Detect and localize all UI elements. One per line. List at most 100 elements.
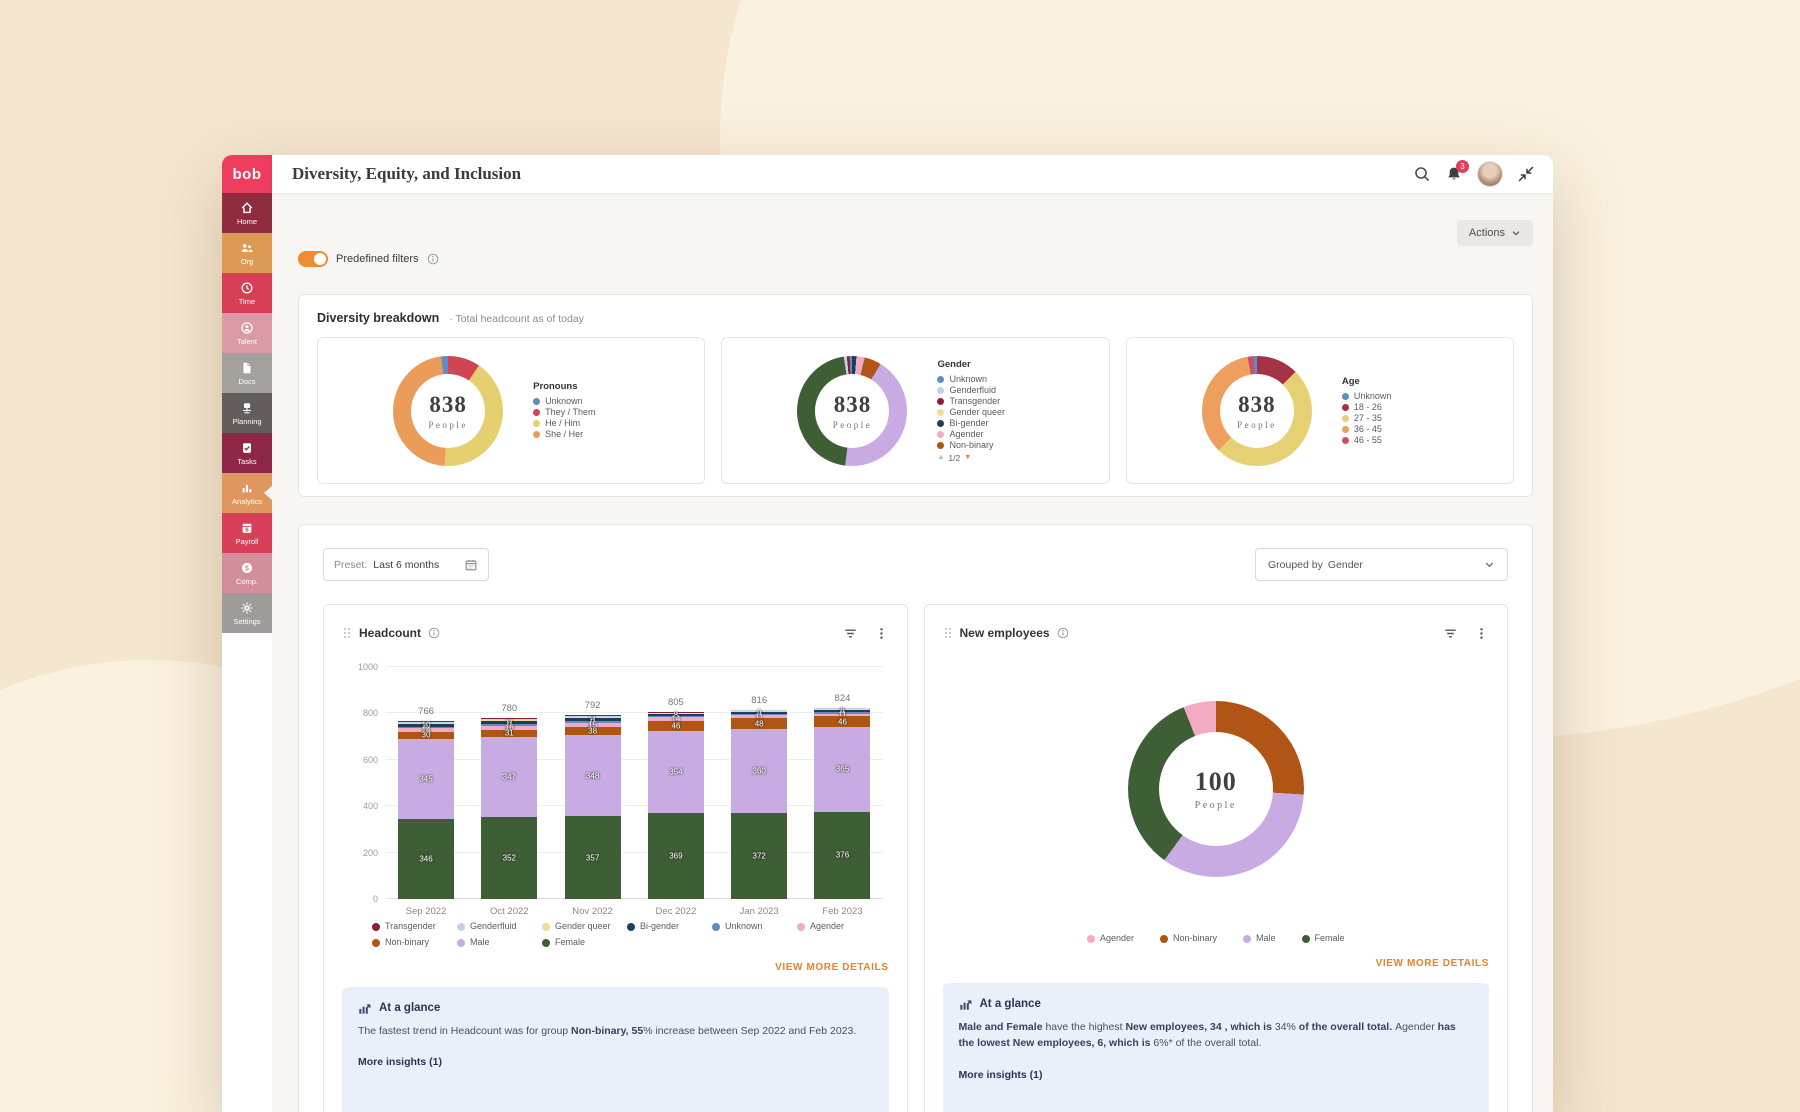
legend-dot [937,398,944,405]
legend-label: Unknown [1354,391,1392,402]
sidebar-item-analytics[interactable]: Analytics [222,473,272,513]
actions-button[interactable]: Actions [1457,220,1533,246]
x-axis-label: Feb 2023 [822,906,862,917]
legend-label: Genderfluid [470,921,517,932]
x-axis-label: Dec 2022 [656,906,697,917]
info-icon[interactable] [428,627,440,639]
more-insights-link[interactable]: More insights (1) [959,1069,1474,1081]
bar-segment-value: 376 [836,851,849,860]
legend-label: Unknown [949,374,987,385]
legend-dot [457,939,465,947]
sidebar-item-tasks[interactable]: Tasks [222,433,272,473]
sidebar-item-talent[interactable]: Talent [222,313,272,353]
breakdown-card-age: 838PeopleAgeUnknown18 - 2627 - 3536 - 45… [1126,337,1514,484]
sidebar-item-label: Analytics [232,497,262,506]
bar-total-label: 792 [585,700,601,711]
preset-label: Preset: [334,559,367,571]
notifications-bell-icon[interactable]: 3 [1445,165,1463,183]
predefined-filters-toggle[interactable] [298,251,328,267]
legend-label: She / Her [545,429,583,440]
sidebar-item-org[interactable]: Org [222,233,272,273]
sidebar-item-planning[interactable]: Planning [222,393,272,433]
planning-icon [240,401,254,415]
filter-icon[interactable] [1443,626,1458,641]
headcount-bar-nov-2022: 1191538348357792Nov 2022 [565,715,621,899]
legend-dot [712,923,720,931]
sidebar-item-payroll[interactable]: $Payroll [222,513,272,553]
new-employees-view-more-link[interactable]: VIEW MORE DETAILS [943,958,1490,969]
legend-label: Male [470,937,490,948]
sidebar-item-comp[interactable]: $Comp. [222,553,272,593]
calendar-icon [464,558,478,572]
sidebar-item-docs[interactable]: Docs [222,353,272,393]
legend-dot [542,939,550,947]
drag-handle-icon[interactable] [342,626,352,640]
headcount-bar-dec-2022: 81446354369805Dec 2022 [648,712,704,899]
search-icon[interactable] [1413,165,1431,183]
analytics-card: Preset: Last 6 months Grouped by Gender [298,524,1533,1112]
bar-segment-value: 46 [838,717,847,726]
y-axis-tick: 600 [344,755,378,765]
legend-item-36-45: 36 - 45 [1342,424,1438,435]
diversity-breakdown-card: Diversity breakdown · Total headcount as… [298,294,1533,497]
sidebar-item-label: Time [239,297,255,306]
legend-item-unknown: Unknown [533,396,629,407]
grouped-by-label: Grouped by [1268,559,1323,571]
legend-item-non-binary: Non-binary [372,937,457,948]
bar-segment-non-binary: 48 [731,718,787,729]
at-a-glance-text: Male and Female have the highest New emp… [959,1019,1474,1052]
kebab-menu-icon[interactable] [1474,626,1489,641]
gender-donut-chart: 838People [797,356,907,466]
analytics-icon [240,481,254,495]
legend-label: Gender queer [949,407,1005,418]
insights-chart-icon [959,997,973,1011]
home-icon [240,201,254,215]
diversity-breakdown-title: Diversity breakdown [317,311,439,325]
drag-handle-icon[interactable] [943,626,953,640]
bar-segment-value: 372 [753,851,766,860]
bar-total-label: 805 [668,697,684,708]
avatar[interactable] [1477,161,1503,187]
preset-date-picker[interactable]: Preset: Last 6 months [323,548,489,581]
legend-page-up-icon[interactable]: ▲ [937,454,944,461]
legend-item-bi-gender: Bi-gender [627,921,712,932]
info-icon[interactable] [427,253,439,265]
more-insights-link[interactable]: More insights (1) [358,1056,873,1068]
pronouns-legend: PronounsUnknownThey / ThemHe / HimShe / … [533,381,629,440]
bar-total-label: 824 [835,693,851,704]
time-icon [240,281,254,295]
legend-page-down-icon[interactable]: ▼ [964,454,971,461]
grouped-by-select[interactable]: Grouped by Gender [1255,548,1508,581]
org-icon [240,241,254,255]
legend-label: Male [1256,933,1276,944]
bar-segment-value: 348 [586,771,599,780]
sidebar-item-settings[interactable]: Settings [222,593,272,633]
sidebar-item-home[interactable]: Home [222,193,272,233]
talent-icon [240,321,254,335]
kebab-menu-icon[interactable] [874,626,889,641]
bar-segment-male: 348 [565,735,621,816]
y-axis-tick: 1000 [344,662,378,672]
legend-label: 46 - 55 [1354,435,1382,446]
filter-icon[interactable] [843,626,858,641]
collapse-icon[interactable] [1517,165,1535,183]
legend-label: Transgender [949,396,1000,407]
sidebar-item-time[interactable]: Time [222,273,272,313]
top-bar: Diversity, Equity, and Inclusion 3 [272,155,1553,193]
bar-segment-value: 365 [836,765,849,774]
x-axis-label: Sep 2022 [406,906,447,917]
actions-button-label: Actions [1469,227,1505,239]
legend-item-transgender: Transgender [372,921,457,932]
y-axis-tick: 200 [344,848,378,858]
legend-item-46-55: 46 - 55 [1342,435,1438,446]
headcount-title: Headcount [359,626,421,640]
legend-item-agender: Agender [797,921,882,932]
legend-item-18-26: 18 - 26 [1342,402,1438,413]
info-icon[interactable] [1057,627,1069,639]
sidebar-item-label: Payroll [236,537,259,546]
bar-total-label: 780 [501,703,517,714]
legend-dot [1342,404,1349,411]
bar-segment-male: 365 [814,727,870,812]
headcount-view-more-link[interactable]: VIEW MORE DETAILS [342,962,889,973]
bar-segment-female: 357 [565,816,621,899]
